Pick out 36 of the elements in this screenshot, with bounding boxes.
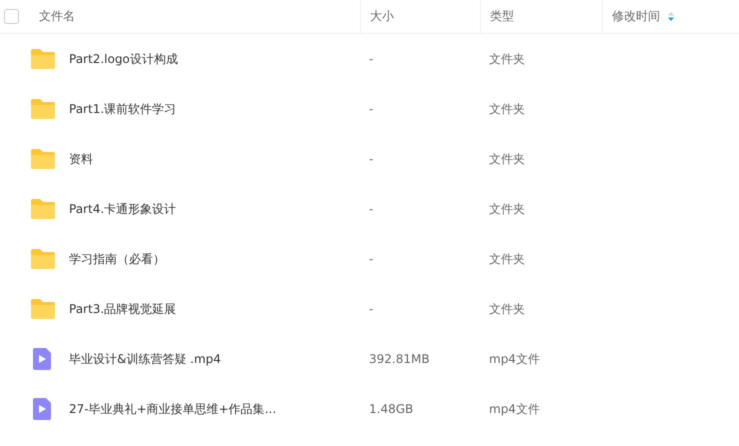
file-name[interactable]: Part1.课前软件学习	[69, 100, 176, 118]
file-size: -	[368, 202, 374, 216]
file-type: mp4文件	[488, 350, 541, 368]
file-name[interactable]: Part4.卡通形象设计	[69, 200, 176, 218]
file-type: 文件夹	[488, 300, 526, 318]
file-type: 文件夹	[488, 250, 526, 268]
folder-icon	[30, 148, 56, 170]
file-type: 文件夹	[488, 100, 526, 118]
file-size: -	[368, 102, 374, 116]
file-type: mp4文件	[488, 400, 541, 418]
column-header[interactable]: 修改时间	[612, 8, 660, 25]
file-name[interactable]: 资料	[69, 150, 93, 168]
file-name[interactable]: 毕业设计&训练营答疑 .mp4	[69, 350, 221, 368]
folder-icon	[30, 48, 56, 70]
file-size: 1.48GB	[368, 402, 414, 416]
select-all-checkbox[interactable]	[4, 9, 19, 24]
column-header[interactable]: 类型	[490, 8, 514, 25]
file-name[interactable]: Part3.品牌视觉延展	[69, 300, 176, 318]
file-size: -	[368, 252, 374, 266]
file-type: 文件夹	[488, 200, 526, 218]
folder-icon	[30, 298, 56, 320]
folder-icon	[30, 248, 56, 270]
file-size: -	[368, 152, 374, 166]
column-header[interactable]: 大小	[370, 8, 394, 25]
file-size: -	[368, 302, 374, 316]
file-name[interactable]: 27-毕业典礼+商业接单思维+作品集...	[69, 400, 276, 418]
file-size: 392.81MB	[368, 352, 431, 366]
file-type: 文件夹	[488, 50, 526, 68]
column-header[interactable]: 文件名	[39, 8, 75, 25]
sort-icon[interactable]	[668, 12, 674, 21]
file-size: -	[368, 52, 374, 66]
file-name[interactable]: Part2.logo设计构成	[69, 50, 178, 68]
file-name[interactable]: 学习指南（必看）	[69, 250, 165, 268]
file-type: 文件夹	[488, 150, 526, 168]
folder-icon	[30, 198, 56, 220]
folder-icon	[30, 98, 56, 120]
